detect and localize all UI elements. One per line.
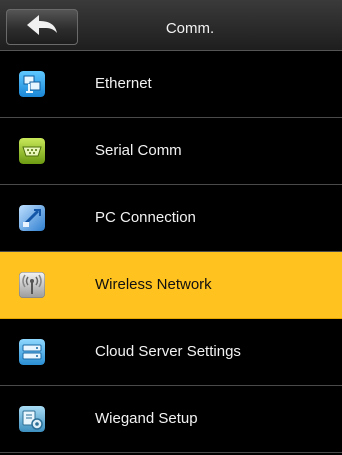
menu-item-cloud-server-settings[interactable]: Cloud Server Settings <box>0 319 342 386</box>
serial-port-icon <box>19 138 45 164</box>
menu-item-label: Wireless Network <box>95 276 212 293</box>
back-arrow-icon <box>25 13 59 42</box>
back-button[interactable] <box>6 9 78 45</box>
menu-item-serial-comm[interactable]: Serial Comm <box>0 118 342 185</box>
comm-menu: Ethernet Serial Comm PC Connection Wirel… <box>0 51 342 453</box>
menu-item-label: Wiegand Setup <box>95 410 198 427</box>
page-title: Comm. <box>165 20 215 37</box>
menu-item-label: PC Connection <box>95 209 196 226</box>
menu-item-wiegand-setup[interactable]: Wiegand Setup <box>0 386 342 453</box>
menu-item-wireless-network[interactable]: Wireless Network <box>0 252 342 319</box>
ethernet-icon <box>19 71 45 97</box>
cloud-server-icon <box>19 339 45 365</box>
comm-screen: Comm. Ethernet Serial Comm PC Connection… <box>0 0 342 455</box>
menu-item-label: Ethernet <box>95 75 152 92</box>
pc-connection-icon <box>19 205 45 231</box>
menu-item-label: Cloud Server Settings <box>95 343 241 360</box>
menu-item-pc-connection[interactable]: PC Connection <box>0 185 342 252</box>
menu-item-ethernet[interactable]: Ethernet <box>0 51 342 118</box>
wireless-network-icon <box>19 272 45 298</box>
wiegand-icon <box>19 406 45 432</box>
menu-item-label: Serial Comm <box>95 142 182 159</box>
header-bar: Comm. <box>0 0 342 51</box>
